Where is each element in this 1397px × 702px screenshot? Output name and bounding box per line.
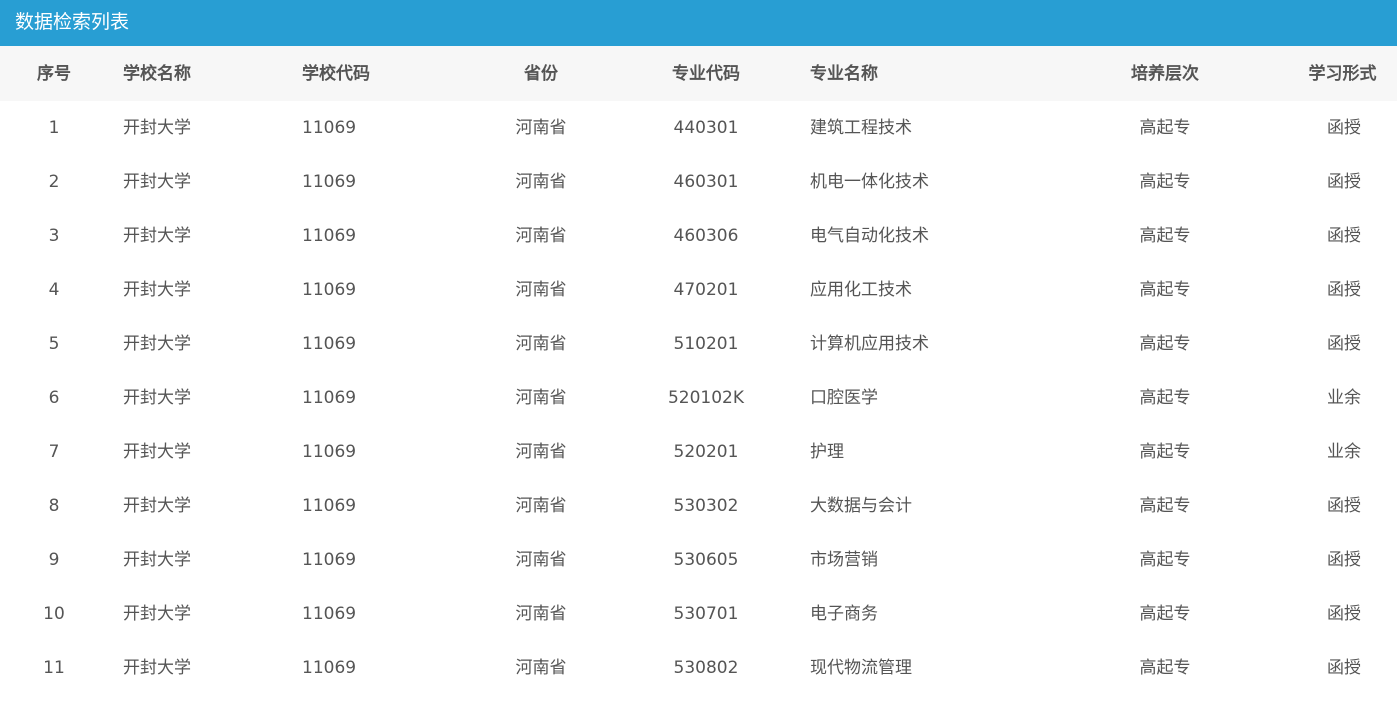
cell-level: 高起专 (1139, 172, 1191, 192)
cell-level: 高起专 (1139, 442, 1191, 462)
cell-major-code: 460301 (673, 172, 739, 192)
cell-index: 7 (48, 442, 60, 462)
cell-school-name: 开封大学 (123, 388, 191, 408)
table-body: 1 开封大学 11069 河南省 440301 建筑工程技术 高起专 函授 2 开封大学 11069… (0, 101, 1397, 695)
cell-study-mode: 函授 (1327, 226, 1361, 246)
cell-index: 5 (48, 334, 60, 354)
cell-school-name: 开封大学 (123, 604, 191, 624)
cell-school-name: 开封大学 (123, 118, 191, 138)
table-row: 10 开封大学 11069 河南省 530701 电子商务 高起专 函授 (0, 587, 1397, 641)
cell-study-mode: 函授 (1327, 280, 1361, 300)
list-title: 数据检索列表 (15, 11, 130, 33)
table-row: 6 开封大学 11069 河南省 520102K 口腔医学 高起专 业余 (0, 371, 1397, 425)
cell-school-name: 开封大学 (123, 658, 191, 678)
cell-index: 2 (48, 172, 60, 192)
cell-school-name: 开封大学 (123, 334, 191, 354)
cell-level: 高起专 (1139, 388, 1191, 408)
cell-school-name: 开封大学 (123, 550, 191, 570)
cell-level: 高起专 (1139, 604, 1191, 624)
cell-index: 11 (43, 658, 65, 678)
cell-index: 9 (48, 550, 60, 570)
cell-major-name: 大数据与会计 (810, 496, 912, 516)
cell-level: 高起专 (1139, 550, 1191, 570)
cell-major-code: 440301 (673, 118, 739, 138)
cell-study-mode: 函授 (1327, 172, 1361, 192)
cell-major-name: 护理 (810, 442, 844, 462)
cell-major-code: 510201 (673, 334, 739, 354)
cell-school-code: 11069 (302, 496, 357, 516)
cell-school-code: 11069 (302, 118, 357, 138)
cell-study-mode: 函授 (1327, 658, 1361, 678)
cell-major-code: 530701 (673, 604, 739, 624)
list-header-bar: 数据检索列表 (0, 0, 1397, 46)
cell-major-name: 市场营销 (810, 550, 878, 570)
column-header-school-code: 学校代码 (302, 64, 370, 84)
table-row: 5 开封大学 11069 河南省 510201 计算机应用技术 高起专 函授 (0, 317, 1397, 371)
table-row: 9 开封大学 11069 河南省 530605 市场营销 高起专 函授 (0, 533, 1397, 587)
column-header-level: 培养层次 (1131, 64, 1199, 84)
cell-school-code: 11069 (302, 172, 357, 192)
cell-school-name: 开封大学 (123, 442, 191, 462)
cell-school-code: 11069 (302, 550, 357, 570)
cell-school-code: 11069 (302, 442, 357, 462)
table-row: 3 开封大学 11069 河南省 460306 电气自动化技术 高起专 函授 (0, 209, 1397, 263)
cell-study-mode: 业余 (1327, 442, 1361, 462)
cell-major-name: 口腔医学 (810, 388, 878, 408)
cell-major-name: 计算机应用技术 (810, 334, 929, 354)
cell-school-name: 开封大学 (123, 496, 191, 516)
cell-major-code: 470201 (673, 280, 739, 300)
cell-school-name: 开封大学 (123, 280, 191, 300)
cell-major-code: 530302 (673, 496, 739, 516)
cell-study-mode: 业余 (1327, 388, 1361, 408)
cell-index: 3 (48, 226, 60, 246)
cell-school-code: 11069 (302, 226, 357, 246)
cell-level: 高起专 (1139, 496, 1191, 516)
cell-level: 高起专 (1139, 658, 1191, 678)
cell-major-name: 应用化工技术 (810, 280, 912, 300)
cell-school-name: 开封大学 (123, 172, 191, 192)
cell-major-name: 现代物流管理 (810, 658, 912, 678)
cell-major-code: 530605 (673, 550, 739, 570)
cell-school-code: 11069 (302, 280, 357, 300)
cell-school-name: 开封大学 (123, 226, 191, 246)
cell-major-code: 520102K (667, 388, 745, 408)
column-header-school-name: 学校名称 (123, 64, 191, 84)
table-row: 7 开封大学 11069 河南省 520201 护理 高起专 业余 (0, 425, 1397, 479)
column-header-study-mode: 学习形式 (1308, 64, 1377, 84)
cell-index: 10 (43, 604, 65, 624)
cell-level: 高起专 (1139, 334, 1191, 354)
table-row: 2 开封大学 11069 河南省 460301 机电一体化技术 高起专 函授 (0, 155, 1397, 209)
cell-school-code: 11069 (302, 604, 357, 624)
cell-school-code: 11069 (302, 658, 357, 678)
cell-study-mode: 函授 (1327, 118, 1361, 138)
cell-study-mode: 函授 (1327, 334, 1361, 354)
cell-study-mode: 函授 (1327, 496, 1361, 516)
cell-major-name: 电子商务 (810, 604, 878, 624)
column-header-index: 序号 (37, 64, 71, 84)
cell-major-name: 建筑工程技术 (810, 118, 912, 138)
cell-index: 8 (48, 496, 60, 516)
table-row: 8 开封大学 11069 河南省 530302 大数据与会计 高起专 函授 (0, 479, 1397, 533)
cell-major-code: 520201 (673, 442, 739, 462)
cell-school-code: 11069 (302, 388, 357, 408)
column-header-major-name: 专业名称 (810, 64, 878, 84)
cell-major-code: 460306 (673, 226, 739, 246)
table-row: 1 开封大学 11069 河南省 440301 建筑工程技术 高起专 函授 (0, 101, 1397, 155)
cell-major-name: 机电一体化技术 (810, 172, 929, 192)
cell-school-code: 11069 (302, 334, 357, 354)
cell-level: 高起专 (1139, 118, 1191, 138)
table-row: 11 开封大学 11069 河南省 530802 现代物流管理 高起专 函授 (0, 641, 1397, 695)
cell-major-name: 电气自动化技术 (810, 226, 929, 246)
table-header: 序号 学校名称 学校代码 省份 专业代码 专业名称 培养层次 学习形式 (0, 46, 1397, 101)
cell-index: 1 (48, 118, 60, 138)
cell-study-mode: 函授 (1327, 604, 1361, 624)
cell-index: 6 (48, 388, 60, 408)
column-header-major-code: 专业代码 (672, 64, 740, 84)
cell-level: 高起专 (1139, 226, 1191, 246)
cell-level: 高起专 (1139, 280, 1191, 300)
cell-index: 4 (48, 280, 60, 300)
table-row: 4 开封大学 11069 河南省 470201 应用化工技术 高起专 函授 (0, 263, 1397, 317)
cell-study-mode: 函授 (1327, 550, 1361, 570)
cell-major-code: 530802 (673, 658, 739, 678)
